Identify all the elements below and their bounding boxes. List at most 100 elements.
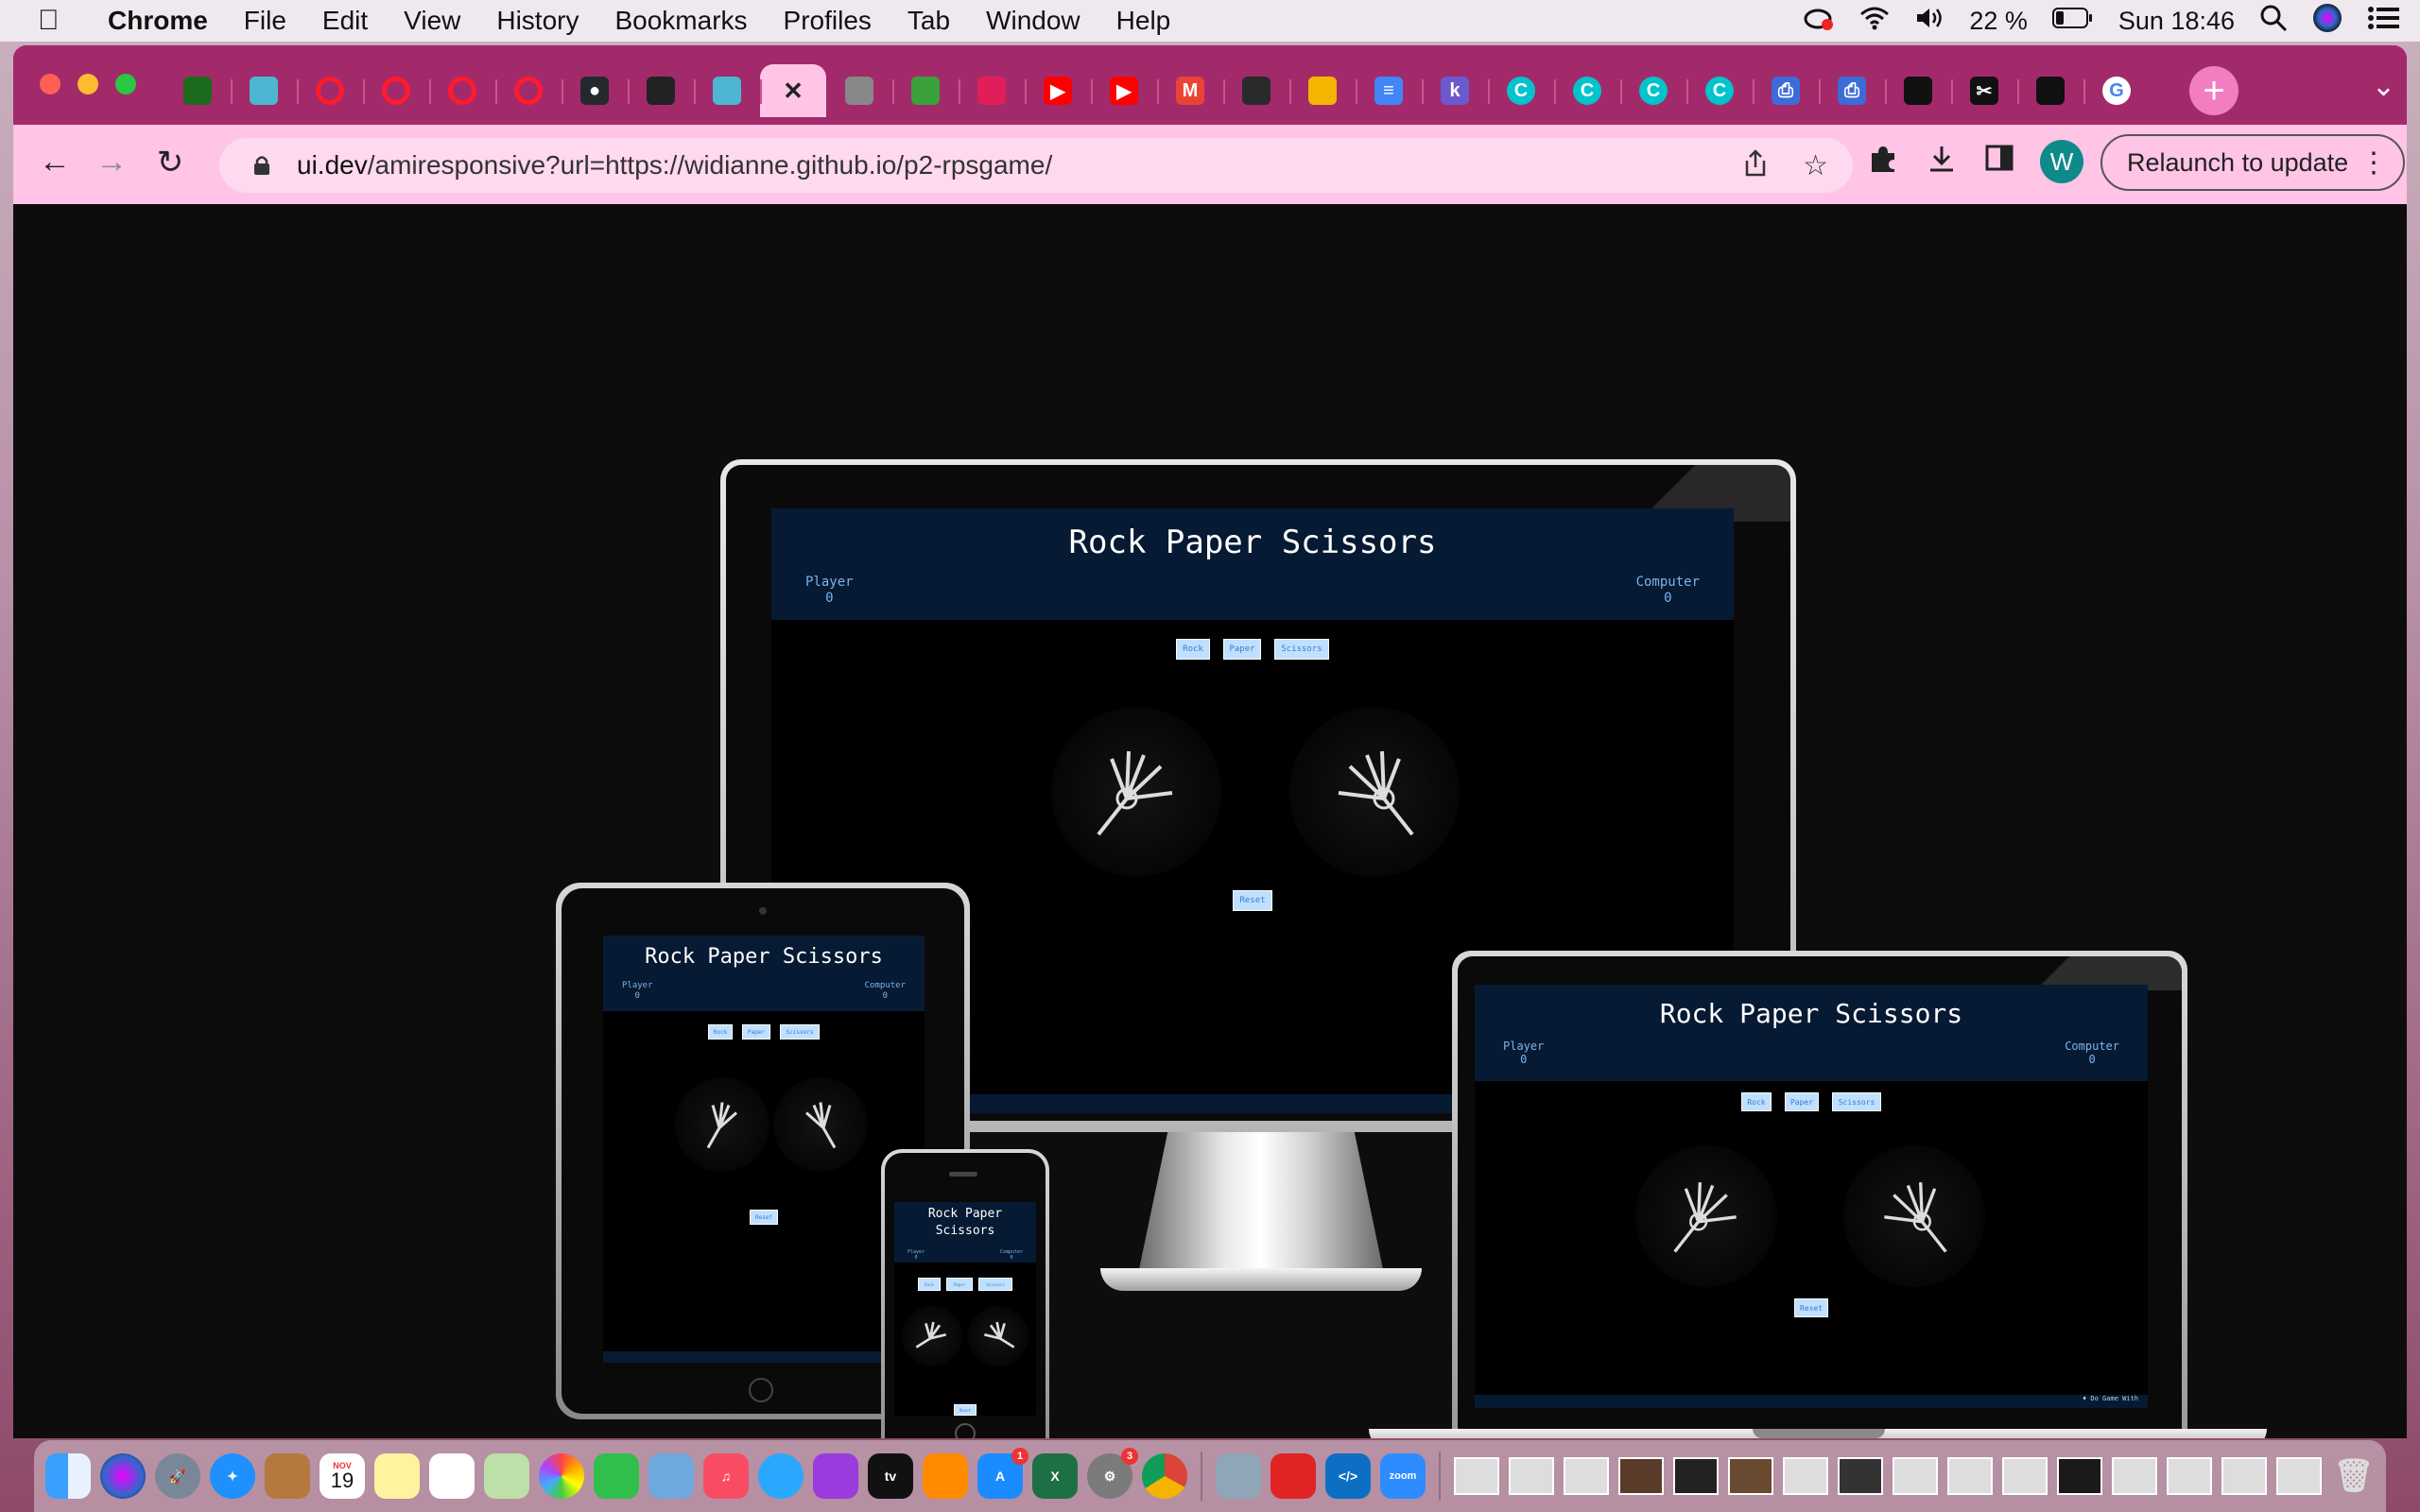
browser-tab[interactable] bbox=[892, 64, 959, 117]
rock-button[interactable]: Rock bbox=[1741, 1092, 1772, 1111]
zoom-window-button[interactable] bbox=[115, 74, 136, 94]
podcasts-icon[interactable] bbox=[813, 1453, 858, 1499]
browser-tab[interactable] bbox=[363, 64, 429, 117]
photos-icon[interactable] bbox=[539, 1453, 584, 1499]
acrobat-icon[interactable] bbox=[1270, 1453, 1316, 1499]
reset-button[interactable]: Reset bbox=[750, 1210, 778, 1225]
minimized-window-thumbnail[interactable] bbox=[1728, 1457, 1773, 1495]
browser-tab[interactable]: ⎙ bbox=[1819, 64, 1885, 117]
app-menu-chrome[interactable]: Chrome bbox=[108, 6, 208, 36]
paper-button[interactable]: Paper bbox=[742, 1024, 770, 1040]
minimized-window-thumbnail[interactable] bbox=[1947, 1457, 1993, 1495]
paper-button[interactable]: Paper bbox=[1223, 639, 1261, 660]
apple-tv-icon[interactable]: tv bbox=[868, 1453, 913, 1499]
browser-tab[interactable] bbox=[164, 64, 231, 117]
bookmark-star-icon[interactable]: ☆ bbox=[1803, 149, 1828, 182]
creative-cloud-icon[interactable] bbox=[1803, 5, 1835, 38]
browser-tab[interactable] bbox=[1289, 64, 1356, 117]
maps-icon[interactable] bbox=[484, 1453, 529, 1499]
reset-button[interactable]: Reset bbox=[1794, 1298, 1828, 1317]
extensions-puzzle-icon[interactable] bbox=[1868, 144, 1898, 181]
browser-tab[interactable] bbox=[495, 64, 562, 117]
browser-tab[interactable]: ⎙ bbox=[1753, 64, 1819, 117]
excel-icon[interactable]: X bbox=[1032, 1453, 1078, 1499]
downloads-icon[interactable] bbox=[1927, 144, 1957, 181]
safari-icon[interactable]: ✦ bbox=[210, 1453, 255, 1499]
reload-icon[interactable]: ↻ bbox=[149, 144, 191, 181]
spotlight-search-icon[interactable] bbox=[2259, 4, 2288, 39]
back-arrow-icon[interactable]: ← bbox=[34, 144, 76, 180]
minimized-window-thumbnail[interactable] bbox=[1673, 1457, 1719, 1495]
minimized-window-thumbnail[interactable] bbox=[2276, 1457, 2322, 1495]
menu-file[interactable]: File bbox=[244, 6, 286, 36]
browser-tab[interactable] bbox=[959, 64, 1025, 117]
more-menu-icon[interactable]: ⋮ bbox=[2360, 146, 2388, 180]
browser-tab[interactable] bbox=[2017, 64, 2083, 117]
minimized-window-thumbnail[interactable] bbox=[2002, 1457, 2048, 1495]
browser-tab[interactable]: C bbox=[1686, 64, 1753, 117]
minimized-window-thumbnail[interactable] bbox=[2057, 1457, 2102, 1495]
reminders-icon[interactable] bbox=[429, 1453, 475, 1499]
new-tab-button[interactable]: + bbox=[2189, 66, 2238, 115]
close-window-button[interactable] bbox=[40, 74, 60, 94]
books-icon[interactable] bbox=[923, 1453, 968, 1499]
siri-icon[interactable] bbox=[2312, 3, 2342, 40]
browser-tab[interactable]: ✂ bbox=[1951, 64, 2017, 117]
scissors-button[interactable]: Scissors bbox=[1832, 1092, 1881, 1111]
messages-icon[interactable] bbox=[758, 1453, 804, 1499]
preview-icon[interactable] bbox=[648, 1453, 694, 1499]
facetime-icon[interactable] bbox=[594, 1453, 639, 1499]
browser-tab[interactable] bbox=[429, 64, 495, 117]
minimized-window-thumbnail[interactable] bbox=[1509, 1457, 1554, 1495]
menu-bookmarks[interactable]: Bookmarks bbox=[614, 6, 747, 36]
music-icon[interactable]: ♫ bbox=[703, 1453, 749, 1499]
chrome-icon[interactable] bbox=[1142, 1453, 1187, 1499]
browser-tab[interactable]: ▶ bbox=[1091, 64, 1157, 117]
lock-icon[interactable] bbox=[253, 155, 272, 176]
clock[interactable]: Sun 18:46 bbox=[2118, 7, 2235, 36]
vscode-icon[interactable]: </> bbox=[1325, 1453, 1371, 1499]
wifi-icon[interactable] bbox=[1859, 6, 1890, 37]
address-bar[interactable]: ui.dev/amiresponsive?url=https://widiann… bbox=[219, 138, 1853, 193]
reset-button[interactable]: Reset bbox=[954, 1404, 977, 1416]
minimized-window-thumbnail[interactable] bbox=[1564, 1457, 1609, 1495]
rock-button[interactable]: Rock bbox=[708, 1024, 733, 1040]
menu-tab[interactable]: Tab bbox=[908, 6, 950, 36]
browser-tab[interactable]: C bbox=[1554, 64, 1620, 117]
rock-button[interactable]: Rock bbox=[1176, 639, 1210, 660]
scissors-button[interactable]: Scissors bbox=[978, 1278, 1012, 1291]
apple-menu-icon[interactable]:  bbox=[38, 5, 79, 37]
menu-edit[interactable]: Edit bbox=[322, 6, 368, 36]
app-store-icon[interactable]: A1 bbox=[977, 1448, 1028, 1499]
browser-tab[interactable] bbox=[694, 64, 760, 117]
minimize-window-button[interactable] bbox=[78, 74, 98, 94]
siri-icon[interactable] bbox=[100, 1453, 146, 1499]
notes-icon[interactable] bbox=[374, 1453, 420, 1499]
image-capture-icon[interactable] bbox=[1216, 1453, 1261, 1499]
browser-tab[interactable]: ▶ bbox=[1025, 64, 1091, 117]
browser-tab[interactable] bbox=[826, 64, 892, 117]
scissors-button[interactable]: Scissors bbox=[1274, 639, 1329, 660]
profile-avatar[interactable]: W bbox=[2040, 140, 2083, 183]
minimized-window-thumbnail[interactable] bbox=[2221, 1457, 2267, 1495]
relaunch-to-update-button[interactable]: Relaunch to update ⋮ bbox=[2100, 134, 2405, 191]
browser-tab[interactable] bbox=[297, 64, 363, 117]
reset-button[interactable]: Reset bbox=[1233, 890, 1272, 911]
minimized-window-thumbnail[interactable] bbox=[1838, 1457, 1883, 1495]
browser-tab[interactable]: C bbox=[1488, 64, 1554, 117]
browser-tab[interactable]: G bbox=[2083, 64, 2150, 117]
zoom-icon[interactable]: zoom bbox=[1380, 1453, 1426, 1499]
browser-tab[interactable]: k bbox=[1422, 64, 1488, 117]
browser-tab[interactable] bbox=[231, 64, 297, 117]
menu-window[interactable]: Window bbox=[986, 6, 1080, 36]
paper-button[interactable]: Paper bbox=[946, 1278, 973, 1291]
minimized-window-thumbnail[interactable] bbox=[1454, 1457, 1499, 1495]
rock-button[interactable]: Rock bbox=[918, 1278, 941, 1291]
browser-tab[interactable]: C bbox=[1620, 64, 1686, 117]
browser-tab[interactable] bbox=[628, 64, 694, 117]
browser-tab[interactable]: ✕ bbox=[760, 64, 826, 117]
browser-tab[interactable]: M bbox=[1157, 64, 1223, 117]
side-panel-icon[interactable] bbox=[1985, 144, 2014, 180]
tab-search-chevron-icon[interactable]: ⌄ bbox=[2372, 70, 2395, 103]
minimized-window-thumbnail[interactable] bbox=[1618, 1457, 1664, 1495]
